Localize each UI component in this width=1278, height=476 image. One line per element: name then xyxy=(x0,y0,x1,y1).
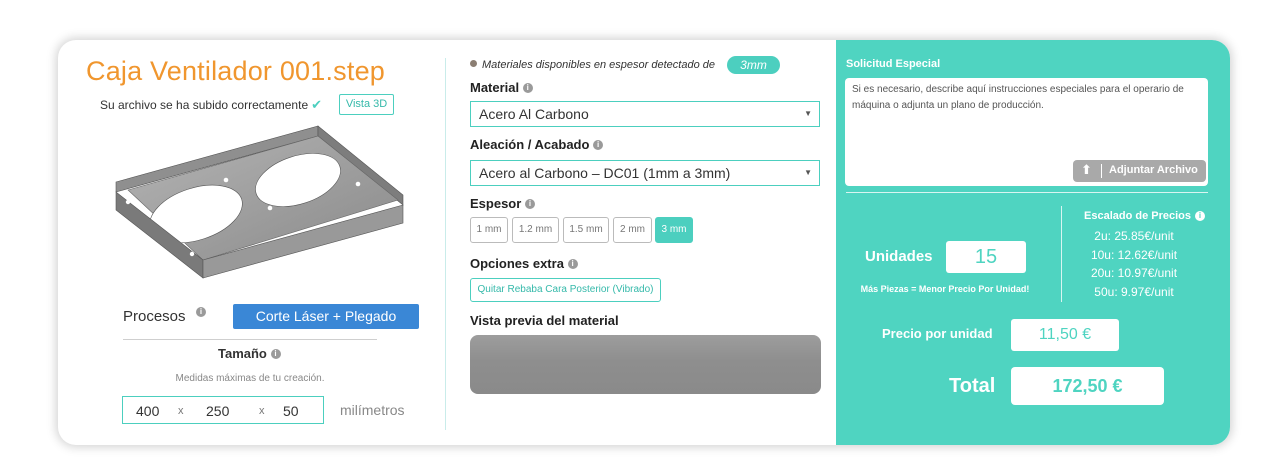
quantity-input[interactable]: 15 xyxy=(946,241,1026,273)
materials-detected-text: Materiales disponibles en espesor detect… xyxy=(482,59,715,71)
dropdown-caret-icon: ▼ xyxy=(804,109,812,118)
quantity-hint: Más Piezas = Menor Precio Por Unidad! xyxy=(860,284,1030,294)
column-divider xyxy=(445,58,446,430)
extras-label: Opciones extra xyxy=(470,256,564,271)
configurator-card: Caja Ventilador 001.step Su archivo se h… xyxy=(58,40,1230,445)
thickness-label: Espesor xyxy=(470,196,522,211)
thickness-option-selected[interactable]: 3 mm xyxy=(655,217,693,243)
thickness-option[interactable]: 1.2 mm xyxy=(512,217,559,243)
dimension-x: 400 xyxy=(136,403,160,419)
dimension-y: 250 xyxy=(206,403,230,419)
divider xyxy=(123,339,377,340)
material-label: Material xyxy=(470,80,520,95)
upload-icon: ⬆ xyxy=(1081,162,1092,177)
extras-heading: Opciones extra i xyxy=(470,256,578,271)
material-select[interactable]: Acero Al Carbono ▼ xyxy=(470,101,820,127)
extra-option-button[interactable]: Quitar Rebaba Cara Posterior (Vibrado) xyxy=(470,278,661,302)
detected-thickness-badge: 3mm xyxy=(727,56,780,74)
upload-message: Su archivo se ha subido correctamente xyxy=(100,98,309,112)
preview-label: Vista previa del material xyxy=(470,313,619,328)
part-3d-preview[interactable] xyxy=(108,120,418,280)
bullet-icon xyxy=(470,60,477,67)
pricing-panel: Solicitud Especial Si es necesario, desc… xyxy=(836,40,1230,445)
info-icon[interactable]: i xyxy=(522,83,533,93)
thickness-option[interactable]: 2 mm xyxy=(613,217,652,243)
dimension-z: 50 xyxy=(283,403,299,419)
dimension-separator: x xyxy=(259,405,265,417)
dimensions-field[interactable]: 400 x 250 x 50 xyxy=(122,396,324,424)
material-heading: Material i xyxy=(470,80,533,95)
price-tier: 20u: 10.97€/unit xyxy=(1090,266,1178,280)
special-request-label: Solicitud Especial xyxy=(846,58,941,70)
price-tiers-title: Escalado de Precios xyxy=(1084,210,1191,222)
alloy-label: Aleación / Acabado xyxy=(470,137,590,152)
units-label: milímetros xyxy=(340,402,405,418)
dropdown-caret-icon: ▼ xyxy=(804,168,812,177)
total-label: Total xyxy=(949,375,996,397)
alloy-value: Acero al Carbono – DC01 (1mm a 3mm) xyxy=(479,165,731,181)
thickness-option[interactable]: 1 mm xyxy=(470,217,508,243)
divider xyxy=(1061,206,1062,302)
thickness-heading: Espesor i xyxy=(470,196,535,211)
info-icon[interactable]: i xyxy=(270,349,281,359)
info-icon[interactable]: i xyxy=(593,140,604,150)
attach-file-button[interactable]: ⬆ Adjuntar Archivo xyxy=(1073,160,1206,182)
price-tier: 2u: 25.85€/unit xyxy=(1094,229,1174,243)
size-subtitle: Medidas máximas de tu creación. xyxy=(175,373,325,384)
divider xyxy=(846,192,1208,193)
materials-detected: Materiales disponibles en espesor detect… xyxy=(470,59,715,71)
info-icon[interactable]: i xyxy=(524,199,535,209)
total-value: 172,50 € xyxy=(1011,367,1164,405)
attach-file-label: Adjuntar Archivo xyxy=(1109,164,1198,176)
process-button[interactable]: Corte Láser + Plegado xyxy=(233,304,419,329)
price-tiers-heading: Escalado de Precios i xyxy=(1084,210,1205,222)
dimension-separator: x xyxy=(178,405,184,417)
divider xyxy=(1101,164,1102,178)
thickness-option[interactable]: 1.5 mm xyxy=(563,217,609,243)
size-label: Tamaño xyxy=(218,346,267,361)
size-heading: Tamaño i xyxy=(218,346,281,361)
view-3d-button[interactable]: Vista 3D xyxy=(339,94,394,115)
price-tier: 10u: 12.62€/unit xyxy=(1090,248,1178,262)
material-preview-image xyxy=(470,335,821,394)
quantity-label: Unidades xyxy=(865,248,933,265)
info-icon[interactable]: i xyxy=(196,307,206,317)
check-icon: ✔ xyxy=(311,97,323,112)
upload-status: Su archivo se ha subido correctamente ✔ xyxy=(100,97,322,113)
alloy-select[interactable]: Acero al Carbono – DC01 (1mm a 3mm) ▼ xyxy=(470,160,820,186)
alloy-heading: Aleación / Acabado i xyxy=(470,137,604,152)
info-icon[interactable]: i xyxy=(567,259,578,269)
unit-price-label: Precio por unidad xyxy=(882,326,993,341)
material-value: Acero Al Carbono xyxy=(479,106,589,122)
part-title: Caja Ventilador 001.step xyxy=(86,56,386,86)
info-icon[interactable]: i xyxy=(1195,211,1205,221)
price-tier: 50u: 9.97€/unit xyxy=(1094,285,1174,299)
unit-price-value: 11,50 € xyxy=(1011,319,1119,351)
process-label: Procesos xyxy=(123,308,186,325)
